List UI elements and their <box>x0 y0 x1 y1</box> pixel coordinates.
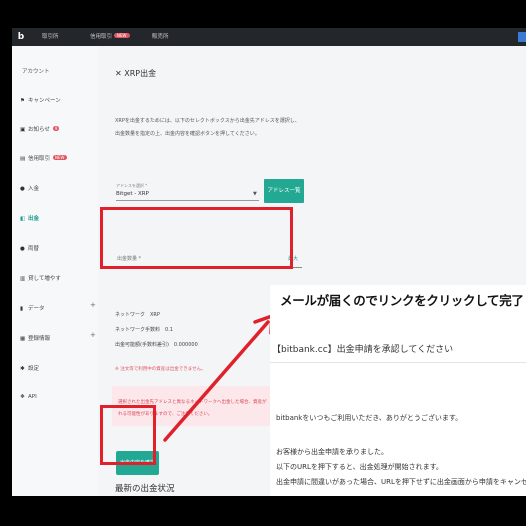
page-title-text: XRP出金 <box>124 69 157 78</box>
new-badge: NEW <box>114 33 130 38</box>
notice-count-badge: 9 <box>52 126 60 131</box>
address-select-label: アドレスを選択 * <box>116 183 148 188</box>
flag-icon: ⚑ <box>20 98 25 104</box>
email-body-line-2: 以下のURLを押下すると、出金処理が開始されます。 <box>276 463 443 471</box>
email-greeting: bitbankをいつもご利用いただき、ありがとうございます。 <box>276 414 463 422</box>
confirm-button-highlight-box <box>100 405 156 465</box>
sidebar-item-margin[interactable]: ▤ 信用取引 NEW <box>20 154 67 162</box>
email-body-line-1: お客様から出金申請を承りました。 <box>276 448 388 456</box>
api-icon: ❖ <box>20 394 25 400</box>
instruction-line-2: 出金数量を指定の上、出金内容を確認ボタンを押してください。 <box>115 131 260 137</box>
nav-sales-office[interactable]: 販売所 <box>152 32 169 40</box>
gear-icon: ✱ <box>20 366 25 372</box>
sidebar-title: アカウント <box>22 69 50 75</box>
expand-profile-icon[interactable]: + <box>90 331 96 339</box>
email-preview-card: メールが届くのでリンクをクリックして完了 【bitbank.cc】出金申請を承認… <box>270 285 526 496</box>
exchange-icon: ● <box>20 246 25 252</box>
sidebar: アカウント ⚑ キャンペーン ▣ お知らせ 9 ▤ 信用取引 NEW ● 入金 ◧ 出金 ● 両… <box>12 46 98 496</box>
nav-exchange[interactable]: 取引所 <box>42 32 59 40</box>
sidebar-item-data[interactable]: ▮ データ <box>20 304 45 312</box>
network-fee-info: ネットワーク手数料 0.1 <box>115 327 173 333</box>
address-list-button[interactable]: アドレス一覧 <box>264 179 304 203</box>
email-body-line-3: 出金申請に間違いがあった場合、URLを押下せずに出金画面から申請をキャンセルす <box>276 478 526 486</box>
close-icon[interactable]: ✕ <box>115 69 122 78</box>
amount-highlight-box <box>100 207 293 269</box>
deposit-icon: ● <box>20 186 25 192</box>
withdrawable-amount-info: 出金可能額(手数料差引) 0.000000 <box>115 342 198 348</box>
account-menu-button[interactable] <box>518 32 526 42</box>
sidebar-item-api[interactable]: ❖ API <box>20 394 37 400</box>
instruction-callout: メールが届くのでリンクをクリックして完了 <box>280 293 524 308</box>
expand-data-icon[interactable]: + <box>90 301 96 309</box>
sidebar-item-lending[interactable]: ▥ 貸して増やす <box>20 274 61 282</box>
instruction-line-1: XRPを出金するためには、以下のセレクトボックスから出金先アドレスを選択し、 <box>115 118 300 124</box>
address-select[interactable]: Bitget - XRP <box>116 191 149 197</box>
lending-icon: ▥ <box>20 276 26 282</box>
bitbank-logo-icon[interactable]: b <box>15 31 27 43</box>
address-select-underline <box>116 200 259 201</box>
margin-icon: ▤ <box>20 156 26 162</box>
chevron-down-icon[interactable]: ▼ <box>253 191 257 197</box>
asset-note: ※ 注文等で利用中の資産は出金できません。 <box>115 367 206 372</box>
sidebar-item-withdraw[interactable]: ◧ 出金 <box>20 214 39 222</box>
recent-withdrawals-title: 最新の出金状況 <box>115 484 175 494</box>
nav-margin-label: 信用取引 <box>90 34 113 40</box>
email-divider <box>270 362 526 363</box>
sidebar-item-notice[interactable]: ▣ お知らせ 9 <box>20 125 60 133</box>
page-title: ✕ XRP出金 <box>115 68 156 79</box>
sidebar-item-profile[interactable]: ▦ 登録情報 <box>20 334 50 342</box>
sidebar-item-deposit[interactable]: ● 入金 <box>20 184 39 192</box>
data-icon: ▮ <box>20 306 24 312</box>
network-info: ネットワーク XRP <box>115 312 160 318</box>
withdraw-icon: ◧ <box>20 216 26 222</box>
email-subject: 【bitbank.cc】出金申請を承認してください <box>272 345 454 355</box>
new-badge: NEW <box>53 155 67 160</box>
notice-icon: ▣ <box>20 127 26 133</box>
sidebar-item-exchange[interactable]: ● 両替 <box>20 244 39 252</box>
sidebar-item-settings[interactable]: ✱ 設定 <box>20 364 39 372</box>
profile-icon: ▦ <box>20 336 26 342</box>
top-navigation-bar: b 取引所 信用取引 NEW 販売所 <box>12 28 526 46</box>
sidebar-item-campaign[interactable]: ⚑ キャンペーン <box>20 96 61 104</box>
nav-margin-trading[interactable]: 信用取引 NEW <box>90 32 130 40</box>
